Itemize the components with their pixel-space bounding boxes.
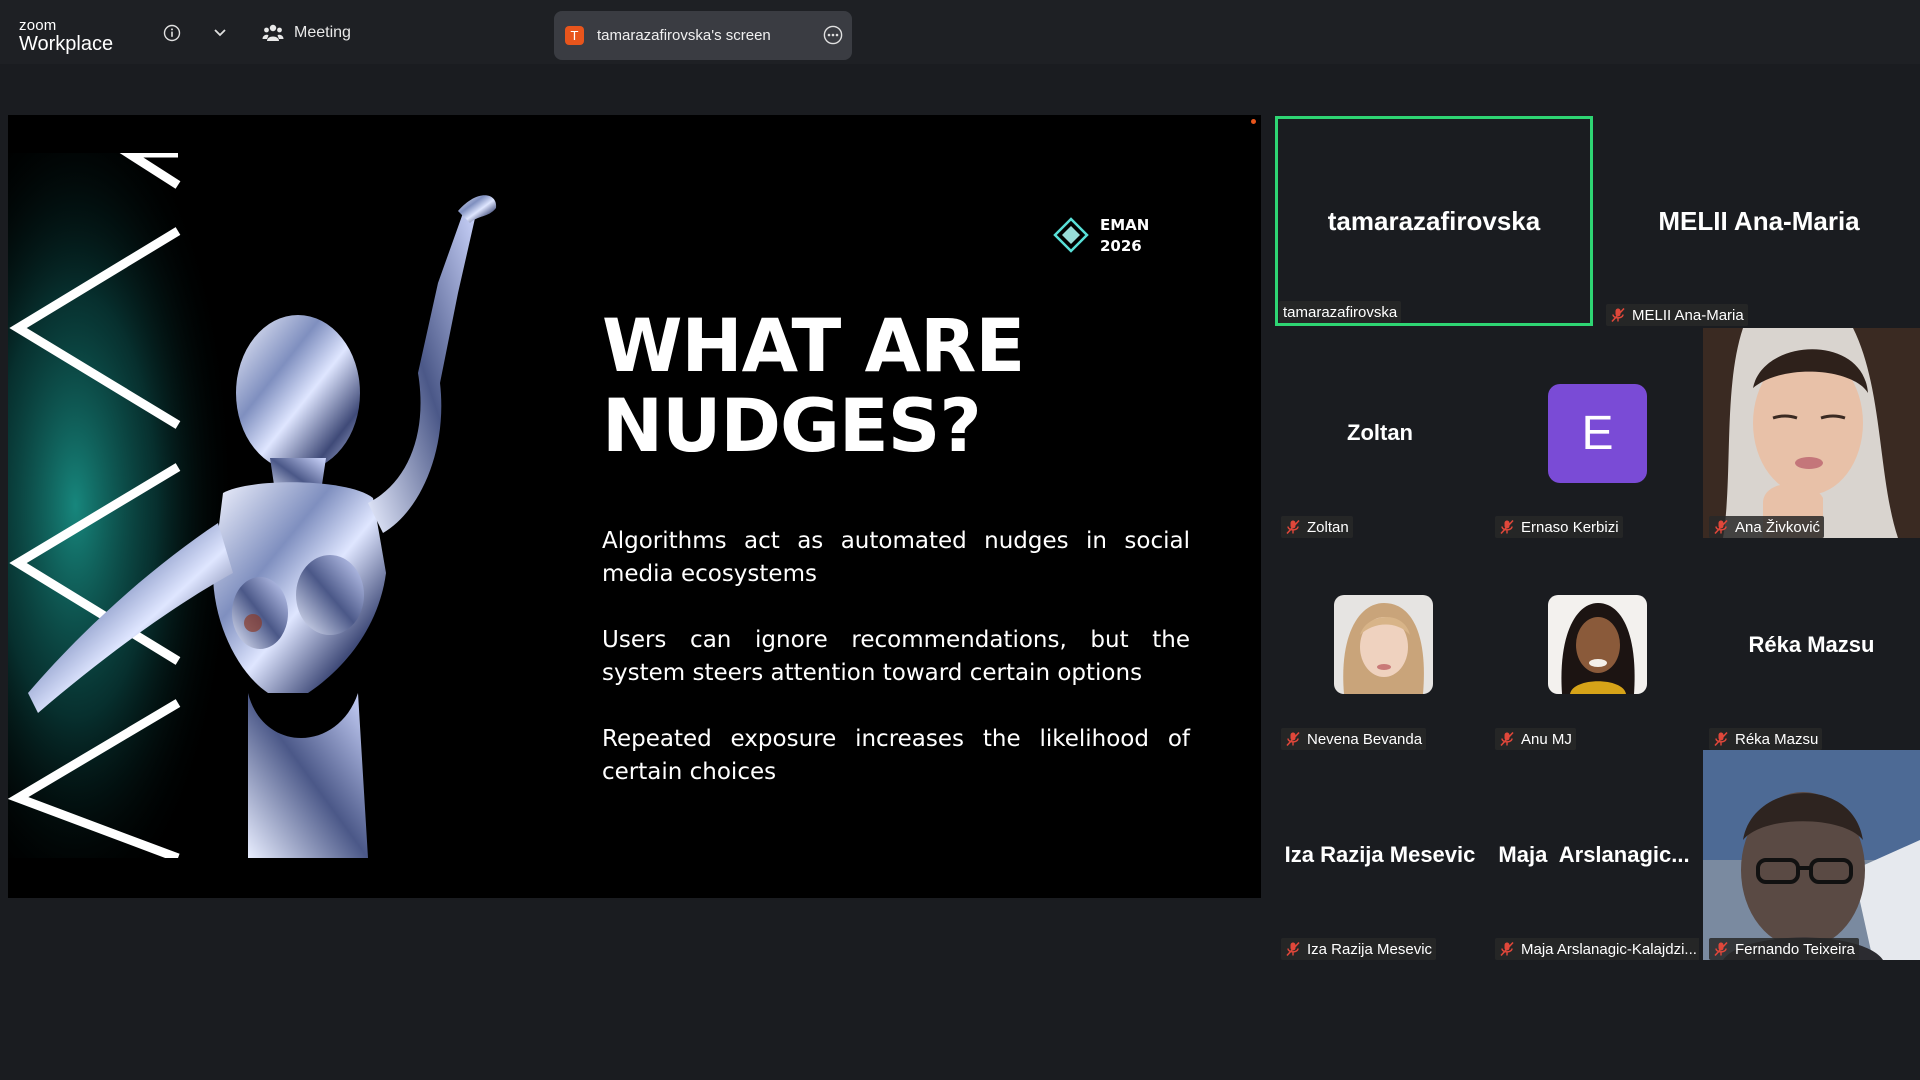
participant-display-name: Maja Arslanagic... <box>1498 842 1690 867</box>
participant-display-name: Iza Razija Mesevic <box>1284 842 1476 867</box>
muted-mic-icon <box>1714 519 1728 535</box>
participants-icon <box>262 24 284 41</box>
participant-caption: tamarazafirovska <box>1283 303 1398 321</box>
participant-name-label: Réka Mazsu <box>1709 728 1823 750</box>
participant-tile[interactable]: MELII Ana-Maria MELII Ana-Maria <box>1600 116 1918 326</box>
slide-title-line2: NUDGES? <box>602 384 982 469</box>
eman-line2: 2026 <box>1100 237 1142 255</box>
brand-large: Workplace <box>19 33 114 55</box>
participant-name-label: tamarazafirovska <box>1279 301 1402 323</box>
slide-title: WHAT ARE NUDGES? <box>602 307 1222 467</box>
participant-caption: Fernando Teixeira <box>1735 940 1855 958</box>
participant-tile[interactable]: Maja Arslanagic... Maja Arslanagic-Kalaj… <box>1489 750 1699 960</box>
participant-caption: Iza Razija Mesevic <box>1307 940 1433 958</box>
eman-line1: EMAN <box>1100 216 1150 234</box>
muted-mic-icon <box>1714 731 1728 747</box>
participant-caption: Zoltan <box>1307 518 1349 536</box>
screen-share-label: tamarazafirovska's screen <box>597 27 771 44</box>
muted-mic-icon <box>1714 941 1728 957</box>
sharer-avatar: T <box>565 26 584 45</box>
muted-mic-icon <box>1286 731 1300 747</box>
participant-name-label: Anu MJ <box>1495 728 1576 750</box>
top-bar: zoom Workplace Meeting T tamarazafirovsk… <box>0 0 1920 64</box>
participant-name-label: Fernando Teixeira <box>1709 938 1859 960</box>
participant-name-label: Ernaso Kerbizi <box>1495 516 1623 538</box>
eman-brand-text: EMAN 2026 <box>1100 215 1149 257</box>
slide-title-line1: WHAT ARE <box>602 304 1025 389</box>
muted-mic-icon <box>1611 307 1625 323</box>
muted-mic-icon <box>1286 941 1300 957</box>
participant-tile[interactable]: Fernando Teixeira <box>1703 750 1920 960</box>
participant-display-name: Zoltan <box>1347 420 1413 445</box>
slide-bullet: Repeated exposure increases the likeliho… <box>602 726 1190 785</box>
brand-small: zoom <box>19 17 57 34</box>
zoom-workplace-logo: zoom Workplace <box>19 18 113 54</box>
participant-tile[interactable]: Ana Živković <box>1703 328 1920 538</box>
participant-tile[interactable]: Réka Mazsu Réka Mazsu <box>1703 540 1920 750</box>
participant-display-name: Réka Mazsu <box>1748 632 1875 657</box>
participant-caption: Nevena Bevanda <box>1307 730 1423 748</box>
participant-tile[interactable]: Iza Razija Mesevic Iza Razija Mesevic <box>1275 750 1485 960</box>
screen-share-indicator[interactable]: T tamarazafirovska's screen <box>554 11 852 60</box>
participant-tile[interactable]: Zoltan Zoltan <box>1275 328 1485 538</box>
participant-caption: Ernaso Kerbizi <box>1521 518 1619 536</box>
info-icon[interactable] <box>163 24 181 42</box>
participant-caption: Maja Arslanagic-Kalajdzi... <box>1521 940 1697 958</box>
eman-diamond-logo <box>1053 217 1089 253</box>
participant-name-label: Maja Arslanagic-Kalajdzi... <box>1495 938 1699 960</box>
participant-display-name: tamarazafirovska <box>1327 205 1541 236</box>
participant-video <box>1703 750 1920 960</box>
participant-caption: MELII Ana-Maria <box>1632 306 1744 324</box>
participant-name-label: Iza Razija Mesevic <box>1281 938 1437 960</box>
participant-display-name: MELII Ana-Maria <box>1658 205 1860 236</box>
recording-indicator <box>1251 119 1256 124</box>
participant-video <box>1703 328 1920 538</box>
participant-tile[interactable]: Nevena Bevanda <box>1275 540 1485 750</box>
participant-caption: Anu MJ <box>1521 730 1572 748</box>
participant-name-label: Nevena Bevanda <box>1281 728 1427 750</box>
slide-bullet: Algorithms act as automated nudges in so… <box>602 528 1190 587</box>
participant-name-label: Ana Živković <box>1709 516 1825 538</box>
participant-profile-photo <box>1548 595 1647 694</box>
slide-bullet: Users can ignore recommendations, but th… <box>602 627 1190 686</box>
chevron-down-icon[interactable] <box>213 27 227 39</box>
meeting-menu[interactable]: Meeting <box>262 22 351 44</box>
participant-name-label: MELII Ana-Maria <box>1606 304 1748 326</box>
participant-caption: Ana Živković <box>1735 518 1821 536</box>
muted-mic-icon <box>1500 519 1514 535</box>
more-icon[interactable] <box>823 25 843 45</box>
muted-mic-icon <box>1286 519 1300 535</box>
meeting-label: Meeting <box>294 24 351 41</box>
participant-caption: Réka Mazsu <box>1735 730 1819 748</box>
participant-tile[interactable]: Anu MJ <box>1489 540 1699 750</box>
participant-tile[interactable]: tamarazafirovska tamarazafirovska <box>1275 116 1593 326</box>
participant-name-label: Zoltan <box>1281 516 1353 538</box>
shared-screen[interactable]: EMAN 2026 WHAT ARE NUDGES? Algorithms ac… <box>8 115 1261 898</box>
chrome-robot-illustration <box>8 153 497 858</box>
muted-mic-icon <box>1500 731 1514 747</box>
participant-avatar-initial: E <box>1548 384 1647 483</box>
participant-profile-photo <box>1334 595 1433 694</box>
muted-mic-icon <box>1500 941 1514 957</box>
slide-bullets: Algorithms act as automated nudges in so… <box>602 525 1190 822</box>
participant-tile[interactable]: E Ernaso Kerbizi <box>1489 328 1699 538</box>
